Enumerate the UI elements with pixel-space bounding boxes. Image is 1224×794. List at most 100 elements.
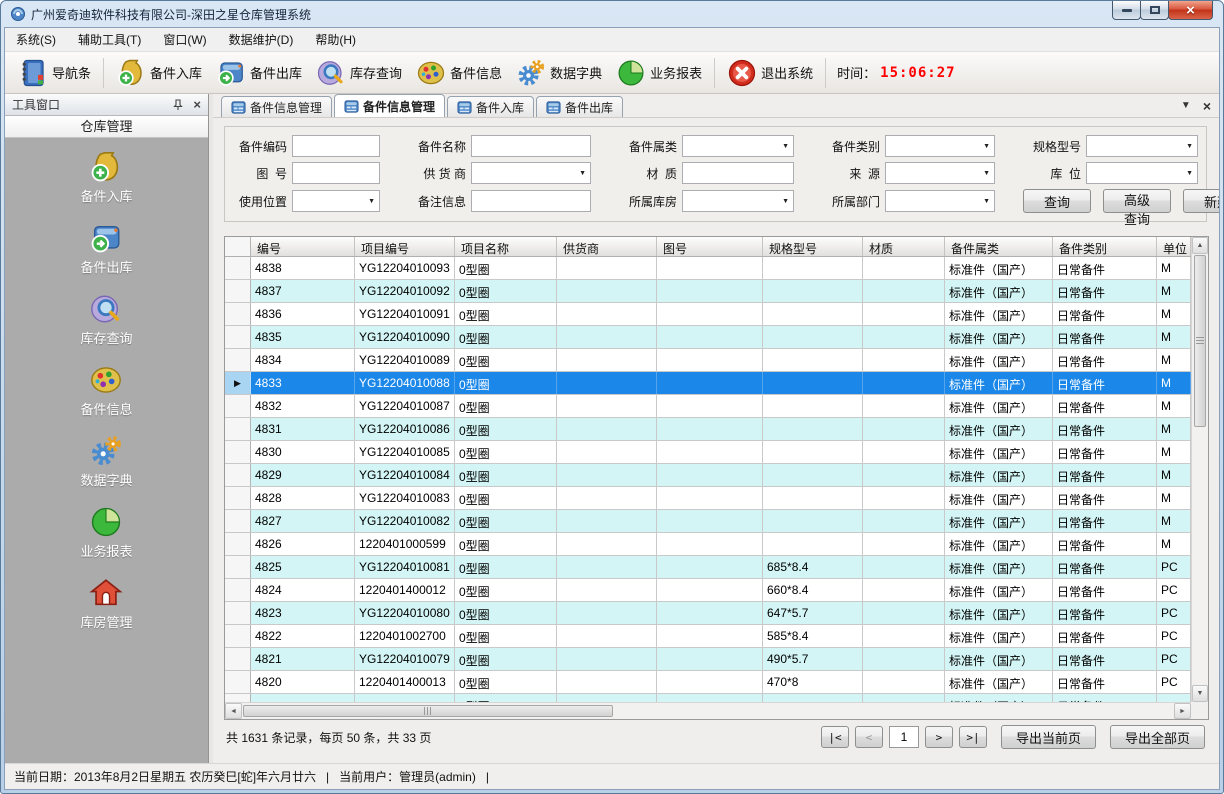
scroll-up-button[interactable]: ▲: [1192, 237, 1208, 254]
table-row[interactable]: 482012204014000130型圈470*8标准件（国产）日常备件PC: [225, 671, 1191, 694]
scroll-left-button[interactable]: ◄: [225, 703, 242, 719]
close-button[interactable]: ×: [1168, 1, 1213, 20]
filter-dropdown[interactable]: ▼: [885, 162, 995, 184]
grid-column-header[interactable]: 备件类别: [1053, 237, 1157, 256]
horizontal-scroll-thumb[interactable]: [243, 705, 613, 717]
sidebar-item-spare-in[interactable]: 备件入库: [80, 150, 132, 205]
horizontal-scrollbar[interactable]: ◄ ►: [225, 702, 1191, 719]
sidebar-item-spare-out[interactable]: 备件出库: [80, 221, 132, 276]
filter-text-input[interactable]: [292, 135, 380, 157]
tab-list-dropdown-icon[interactable]: ▼: [1181, 101, 1191, 111]
grid-cell: YG12204010087: [355, 395, 455, 417]
next-page-button[interactable]: >: [925, 726, 953, 748]
sidebar-item-data-dict[interactable]: 数据字典: [80, 434, 132, 489]
toolbar-button-biz-report[interactable]: 业务报表: [609, 55, 709, 91]
sidebar-item-warehouse[interactable]: 库房管理: [80, 576, 132, 631]
table-row[interactable]: 482412204014000120型圈660*8.4标准件（国产）日常备件PC: [225, 579, 1191, 602]
menu-item[interactable]: 辅助工具(T): [67, 27, 152, 52]
table-row[interactable]: 482612204010005990型圈标准件（国产）日常备件M: [225, 533, 1191, 556]
filter-dropdown[interactable]: ▼: [1086, 162, 1198, 184]
grid-column-header[interactable]: 材质: [863, 237, 945, 256]
grid-column-header[interactable]: 规格型号: [763, 237, 863, 256]
vertical-scroll-thumb[interactable]: [1194, 255, 1206, 427]
table-row[interactable]: 4827YG122040100820型圈标准件（国产）日常备件M: [225, 510, 1191, 533]
table-row[interactable]: 4838YG122040100930型圈标准件（国产）日常备件M: [225, 257, 1191, 280]
vertical-scrollbar[interactable]: ▲ ▼: [1191, 237, 1208, 702]
toolbar-button-spare-info[interactable]: 备件信息: [409, 55, 509, 91]
table-row[interactable]: 4821YG122040100790型圈490*5.7标准件（国产）日常备件PC: [225, 648, 1191, 671]
tab-2[interactable]: 备件入库: [447, 96, 534, 117]
new-button[interactable]: 新建: [1183, 189, 1220, 213]
table-row[interactable]: 4835YG122040100900型圈标准件（国产）日常备件M: [225, 326, 1191, 349]
maximize-button[interactable]: [1140, 1, 1169, 20]
toolbar-button-navbar[interactable]: 导航条: [11, 55, 98, 91]
grid-cell: 0型圈: [455, 648, 557, 670]
filter-dropdown[interactable]: ▼: [885, 135, 995, 157]
sidebar-section-title[interactable]: 仓库管理: [5, 116, 208, 138]
grid-column-header[interactable]: 图号: [657, 237, 763, 256]
export-all-pages-button[interactable]: 导出全部页: [1110, 725, 1205, 749]
tab-close-icon[interactable]: ×: [1203, 99, 1211, 113]
table-row[interactable]: 4830YG122040100850型圈标准件（国产）日常备件M: [225, 441, 1191, 464]
export-current-page-button[interactable]: 导出当前页: [1001, 725, 1096, 749]
toolbar-button-spare-out[interactable]: 备件出库: [209, 55, 309, 91]
grid-column-header[interactable]: 备件属类: [945, 237, 1053, 256]
menu-item[interactable]: 系统(S): [5, 27, 67, 52]
table-row[interactable]: 4823YG122040100800型圈647*5.7标准件（国产）日常备件PC: [225, 602, 1191, 625]
table-row[interactable]: ▶4833YG122040100880型圈标准件（国产）日常备件M: [225, 372, 1191, 395]
tab-1[interactable]: 备件信息管理: [334, 94, 445, 117]
table-row[interactable]: 4831YG122040100860型圈标准件（国产）日常备件M: [225, 418, 1191, 441]
table-row[interactable]: 4832YG122040100870型圈标准件（国产）日常备件M: [225, 395, 1191, 418]
menu-item[interactable]: 帮助(H): [304, 27, 367, 52]
grid-cell: 日常备件: [1053, 441, 1157, 463]
table-row[interactable]: 482212204010027000型圈585*8.4标准件（国产）日常备件PC: [225, 625, 1191, 648]
grid-column-header[interactable]: 供货商: [557, 237, 657, 256]
tab-3[interactable]: 备件出库: [536, 96, 623, 117]
grid-column-header[interactable]: 项目编号: [355, 237, 455, 256]
sidebar-item-inventory-query[interactable]: 库存查询: [80, 292, 132, 347]
filter-dropdown[interactable]: ▼: [885, 190, 995, 212]
last-page-button[interactable]: >|: [959, 726, 987, 748]
filter-dropdown[interactable]: ▼: [292, 190, 380, 212]
pin-icon[interactable]: [172, 99, 184, 111]
sidebar-item-biz-report[interactable]: 业务报表: [80, 505, 132, 560]
page-number-input[interactable]: [889, 726, 919, 748]
table-row[interactable]: 0型圈标准件（国产）日常备件: [225, 694, 1191, 702]
tool-window-close-icon[interactable]: ×: [193, 98, 201, 111]
grid-cell: [557, 280, 657, 302]
menu-item[interactable]: 数据维护(D): [218, 27, 305, 52]
prev-page-button[interactable]: <: [855, 726, 883, 748]
toolbar-button-spare-in[interactable]: 备件入库: [109, 55, 209, 91]
advanced-search-button[interactable]: 高级查询: [1103, 189, 1171, 213]
table-row[interactable]: 4829YG122040100840型圈标准件（国产）日常备件M: [225, 464, 1191, 487]
filter-text-input[interactable]: [471, 190, 591, 212]
filter-dropdown[interactable]: ▼: [682, 135, 794, 157]
menu-item[interactable]: 窗口(W): [152, 27, 217, 52]
filter-text-input[interactable]: [682, 162, 794, 184]
filter-dropdown[interactable]: ▼: [471, 162, 591, 184]
grid-column-header[interactable]: 项目名称: [455, 237, 557, 256]
grid-column-header[interactable]: 编号: [251, 237, 355, 256]
filter-text-input[interactable]: [471, 135, 591, 157]
toolbar-button-exit[interactable]: 退出系统: [720, 55, 820, 91]
first-page-button[interactable]: |<: [821, 726, 849, 748]
filter-dropdown[interactable]: ▼: [682, 190, 794, 212]
filter-dropdown[interactable]: ▼: [1086, 135, 1198, 157]
minimize-button[interactable]: [1112, 1, 1141, 20]
tab-0[interactable]: 备件信息管理: [221, 96, 332, 117]
table-row[interactable]: 4834YG122040100890型圈标准件（国产）日常备件M: [225, 349, 1191, 372]
grid-cell: [863, 602, 945, 624]
table-row[interactable]: 4837YG122040100920型圈标准件（国产）日常备件M: [225, 280, 1191, 303]
sidebar-item-spare-info[interactable]: 备件信息: [80, 363, 132, 418]
scroll-down-button[interactable]: ▼: [1192, 685, 1208, 702]
scroll-right-button[interactable]: ►: [1174, 703, 1191, 719]
toolbar-button-inventory-query[interactable]: 库存查询: [309, 55, 409, 91]
table-row[interactable]: 4828YG122040100830型圈标准件（国产）日常备件M: [225, 487, 1191, 510]
grid-column-header[interactable]: 单位: [1157, 237, 1191, 256]
search-button[interactable]: 查询: [1023, 189, 1091, 213]
table-row[interactable]: 4825YG122040100810型圈685*8.4标准件（国产）日常备件PC: [225, 556, 1191, 579]
table-row[interactable]: 4836YG122040100910型圈标准件（国产）日常备件M: [225, 303, 1191, 326]
grid-cell: 标准件（国产）: [945, 533, 1053, 555]
filter-text-input[interactable]: [292, 162, 380, 184]
toolbar-button-data-dict[interactable]: 数据字典: [509, 55, 609, 91]
